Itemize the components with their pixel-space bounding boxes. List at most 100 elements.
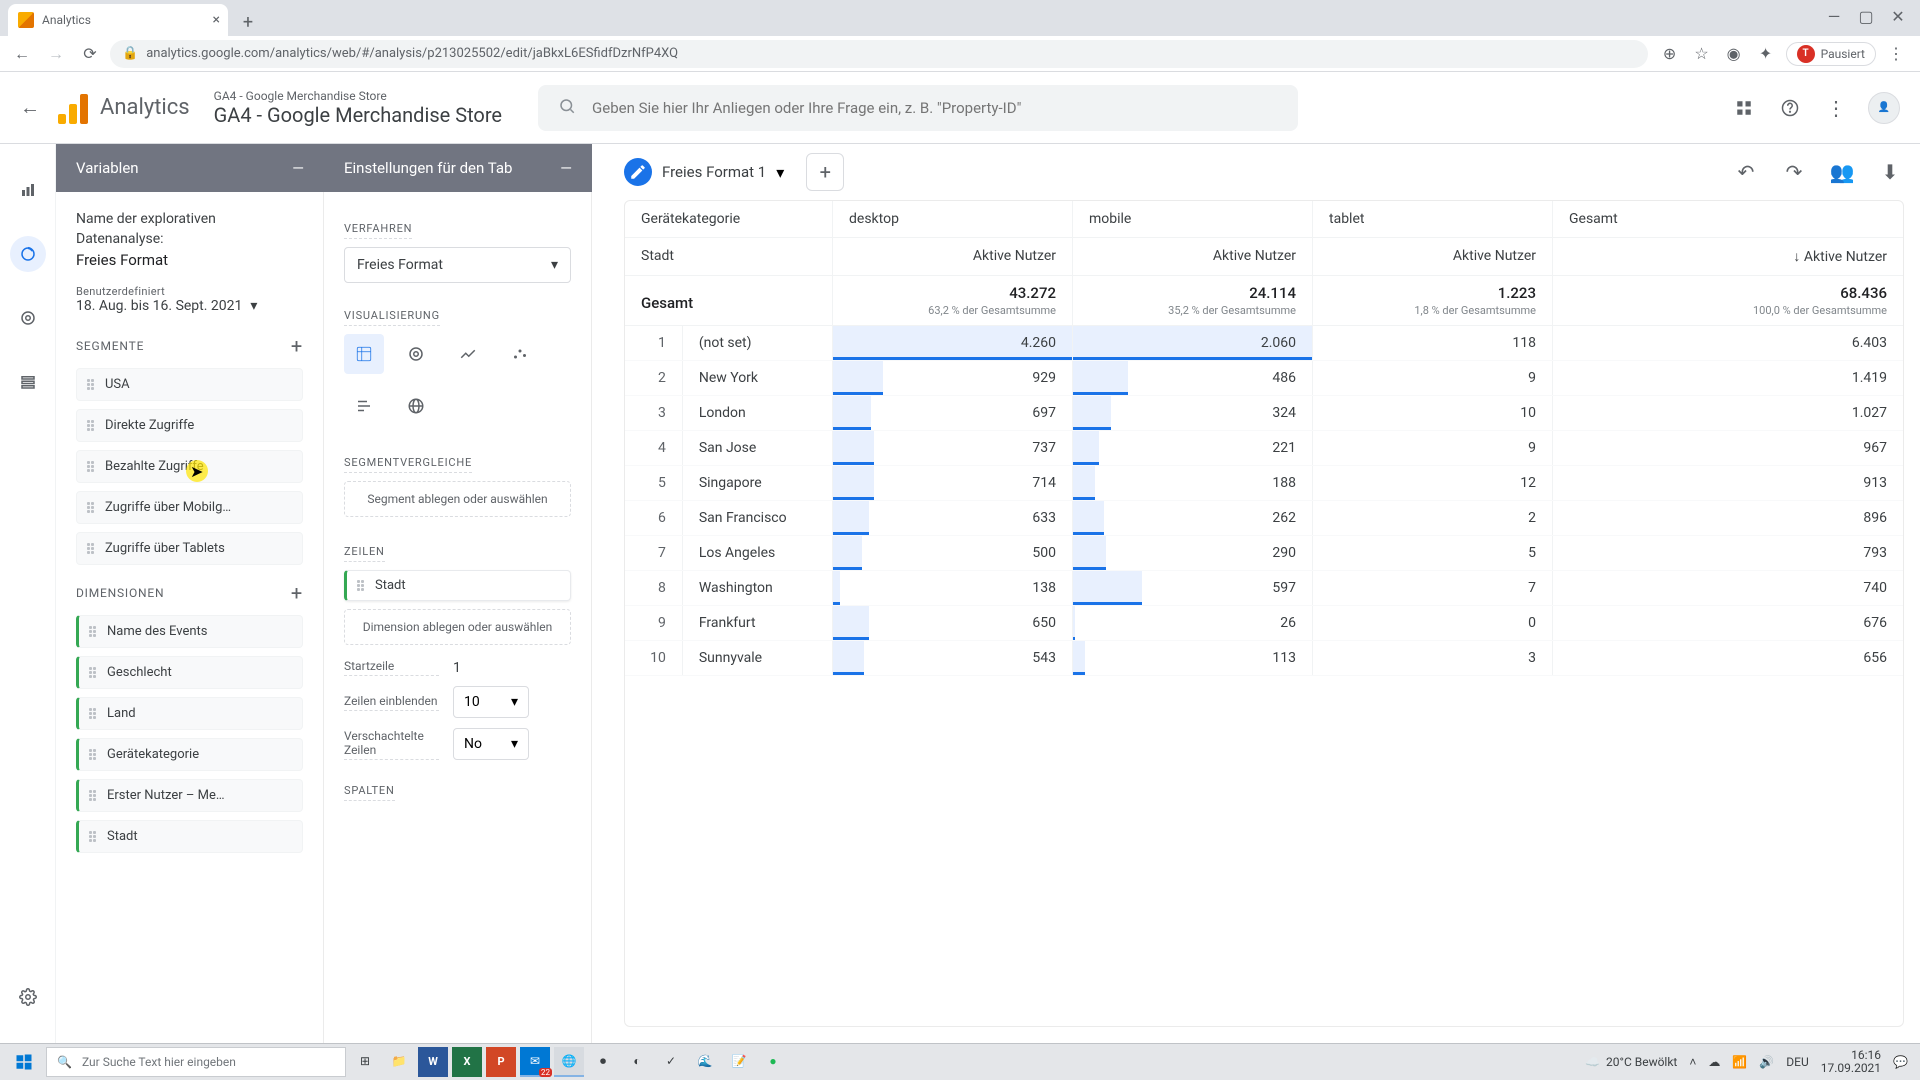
user-avatar[interactable]: 👤 xyxy=(1868,92,1900,124)
applied-row-dimension[interactable]: Stadt xyxy=(344,570,571,601)
exploration-name-value[interactable]: Freies Format xyxy=(76,251,303,269)
segment-chip[interactable]: Zugriffe über Mobilg… xyxy=(76,491,303,524)
table-row[interactable]: 3 London 697 324 10 1.027 xyxy=(625,396,1903,431)
nav-explore-icon[interactable] xyxy=(10,236,46,272)
segment-chip[interactable]: Zugriffe über Tablets xyxy=(76,532,303,565)
technique-select[interactable]: Freies Format ▾ xyxy=(344,247,571,283)
dimension-chip[interactable]: Land xyxy=(76,697,303,730)
app-icon[interactable]: ◐ xyxy=(622,1047,652,1077)
nav-advertising-icon[interactable] xyxy=(10,300,46,336)
notepad-icon[interactable]: 📝 xyxy=(724,1047,754,1077)
export-icon[interactable]: ⬇ xyxy=(1876,158,1904,186)
tray-chevron-icon[interactable]: ˄ xyxy=(1689,1055,1696,1069)
mail-icon[interactable]: ✉22 xyxy=(520,1047,550,1077)
url-bar[interactable]: 🔒 analytics.google.com/analytics/web/#/a… xyxy=(110,40,1648,68)
new-tab-button[interactable]: + xyxy=(234,8,262,36)
spotify-icon[interactable]: ● xyxy=(758,1047,788,1077)
dimension-chip[interactable]: Erster Nutzer – Me… xyxy=(76,779,303,812)
table-row[interactable]: 1 (not set) 4.260 2.060 118 6.403 xyxy=(625,326,1903,361)
nav-back-icon[interactable]: ← xyxy=(8,40,36,68)
tray-lang[interactable]: DEU xyxy=(1786,1055,1808,1069)
table-row[interactable]: 9 Frankfurt 650 26 0 676 xyxy=(625,606,1903,641)
col-total[interactable]: Gesamt xyxy=(1553,201,1903,237)
table-row[interactable]: 7 Los Angeles 500 290 5 793 xyxy=(625,536,1903,571)
notifications-icon[interactable]: 💬 xyxy=(1893,1055,1908,1069)
dimension-dropzone[interactable]: Dimension ablegen oder auswählen xyxy=(344,609,571,645)
table-row[interactable]: 2 New York 929 486 9 1.419 xyxy=(625,361,1903,396)
explorer-icon[interactable]: 📁 xyxy=(384,1047,414,1077)
collapse-panel-icon[interactable]: — xyxy=(560,159,572,177)
table-row[interactable]: 4 San Jose 737 221 9 967 xyxy=(625,431,1903,466)
window-maximize[interactable]: ▢ xyxy=(1852,2,1880,30)
obs-icon[interactable]: ⏺ xyxy=(588,1047,618,1077)
system-clock[interactable]: 16:16 17.09.2021 xyxy=(1821,1049,1881,1075)
powerpoint-icon[interactable]: P xyxy=(486,1047,516,1077)
add-segment-button[interactable]: + xyxy=(291,334,303,358)
start-button[interactable] xyxy=(6,1047,42,1077)
add-exploration-tab[interactable]: + xyxy=(806,153,844,191)
property-selector[interactable]: GA4 - Google Merchandise Store GA4 - Goo… xyxy=(214,89,502,127)
dimension-chip[interactable]: Gerätekategorie xyxy=(76,738,303,771)
window-minimize[interactable]: — xyxy=(1820,2,1848,30)
zoom-icon[interactable]: ⊕ xyxy=(1658,42,1682,66)
taskbar-search[interactable]: 🔍 Zur Suche Text hier eingeben xyxy=(46,1047,346,1077)
nav-reports-icon[interactable] xyxy=(10,172,46,208)
collapse-panel-icon[interactable]: — xyxy=(292,159,304,177)
browser-menu-icon[interactable]: ⋮ xyxy=(1884,42,1908,66)
segment-chip[interactable]: Bezahlte Zugriffe xyxy=(76,450,303,483)
col-mobile[interactable]: mobile xyxy=(1073,201,1312,237)
search-input[interactable] xyxy=(592,99,1278,117)
share-icon[interactable]: 👥 xyxy=(1828,158,1856,186)
table-row[interactable]: 8 Washington 138 597 7 740 xyxy=(625,571,1903,606)
chrome-icon[interactable]: 🌐 xyxy=(554,1047,584,1077)
exploration-tab[interactable]: Freies Format 1 ▾ xyxy=(624,158,784,186)
profile-paused-badge[interactable]: T Pausiert xyxy=(1786,42,1876,66)
viz-donut-icon[interactable] xyxy=(396,334,436,374)
viz-scatter-icon[interactable] xyxy=(500,334,540,374)
col-desktop[interactable]: desktop xyxy=(833,201,1072,237)
nested-rows-select[interactable]: No ▾ xyxy=(453,728,529,760)
add-dimension-button[interactable]: + xyxy=(291,581,303,605)
task-view-icon[interactable]: ⊞ xyxy=(350,1047,380,1077)
redo-icon[interactable]: ↷ xyxy=(1780,158,1808,186)
start-row-value[interactable]: 1 xyxy=(453,660,461,676)
date-range-picker[interactable]: 18. Aug. bis 16. Sept. 2021 ▾ xyxy=(76,298,303,314)
word-icon[interactable]: W xyxy=(418,1047,448,1077)
dimension-chip[interactable]: Stadt xyxy=(76,820,303,853)
metric-total-sort[interactable]: ↓ Aktive Nutzer xyxy=(1553,238,1903,275)
table-row[interactable]: 10 Sunnyvale 543 113 3 656 xyxy=(625,641,1903,676)
nav-admin-gear-icon[interactable] xyxy=(10,979,46,1015)
header-menu-icon[interactable]: ⋮ xyxy=(1822,94,1850,122)
extensions-puzzle-icon[interactable]: ✦ xyxy=(1754,42,1778,66)
window-close[interactable]: ✕ xyxy=(1884,2,1912,30)
chevron-down-icon[interactable]: ▾ xyxy=(776,163,784,182)
segment-dropzone[interactable]: Segment ablegen oder auswählen xyxy=(344,481,571,517)
viz-geo-icon[interactable] xyxy=(396,386,436,426)
segment-chip[interactable]: Direkte Zugriffe xyxy=(76,409,303,442)
metric-tablet[interactable]: Aktive Nutzer xyxy=(1313,238,1553,275)
edge-icon[interactable]: 🌊 xyxy=(690,1047,720,1077)
close-tab-icon[interactable]: × xyxy=(213,12,220,28)
undo-icon[interactable]: ↶ xyxy=(1732,158,1760,186)
metric-desktop[interactable]: Aktive Nutzer xyxy=(833,238,1073,275)
todoist-icon[interactable]: ✓ xyxy=(656,1047,686,1077)
tray-wifi-icon[interactable]: 📶 xyxy=(1732,1055,1747,1069)
rows-show-select[interactable]: 10 ▾ xyxy=(453,686,529,718)
viz-table-icon[interactable] xyxy=(344,334,384,374)
weather-widget[interactable]: ☁️ 20°C Bewölkt xyxy=(1585,1055,1677,1069)
bookmark-star-icon[interactable]: ☆ xyxy=(1690,42,1714,66)
diagnostics-icon[interactable] xyxy=(1730,94,1758,122)
header-back-icon[interactable]: ← xyxy=(14,95,46,120)
header-search[interactable] xyxy=(538,85,1298,131)
help-icon[interactable] xyxy=(1776,94,1804,122)
nav-configure-icon[interactable] xyxy=(10,364,46,400)
tray-volume-icon[interactable]: 🔊 xyxy=(1759,1055,1774,1069)
dimension-chip[interactable]: Name des Events xyxy=(76,615,303,648)
viz-line-icon[interactable] xyxy=(448,334,488,374)
tray-onedrive-icon[interactable]: ☁ xyxy=(1708,1055,1720,1069)
table-row[interactable]: 6 San Francisco 633 262 2 896 xyxy=(625,501,1903,536)
reload-icon[interactable]: ⟳ xyxy=(76,40,104,68)
dimension-chip[interactable]: Geschlecht xyxy=(76,656,303,689)
excel-icon[interactable]: X xyxy=(452,1047,482,1077)
browser-tab[interactable]: Analytics × xyxy=(8,4,228,36)
